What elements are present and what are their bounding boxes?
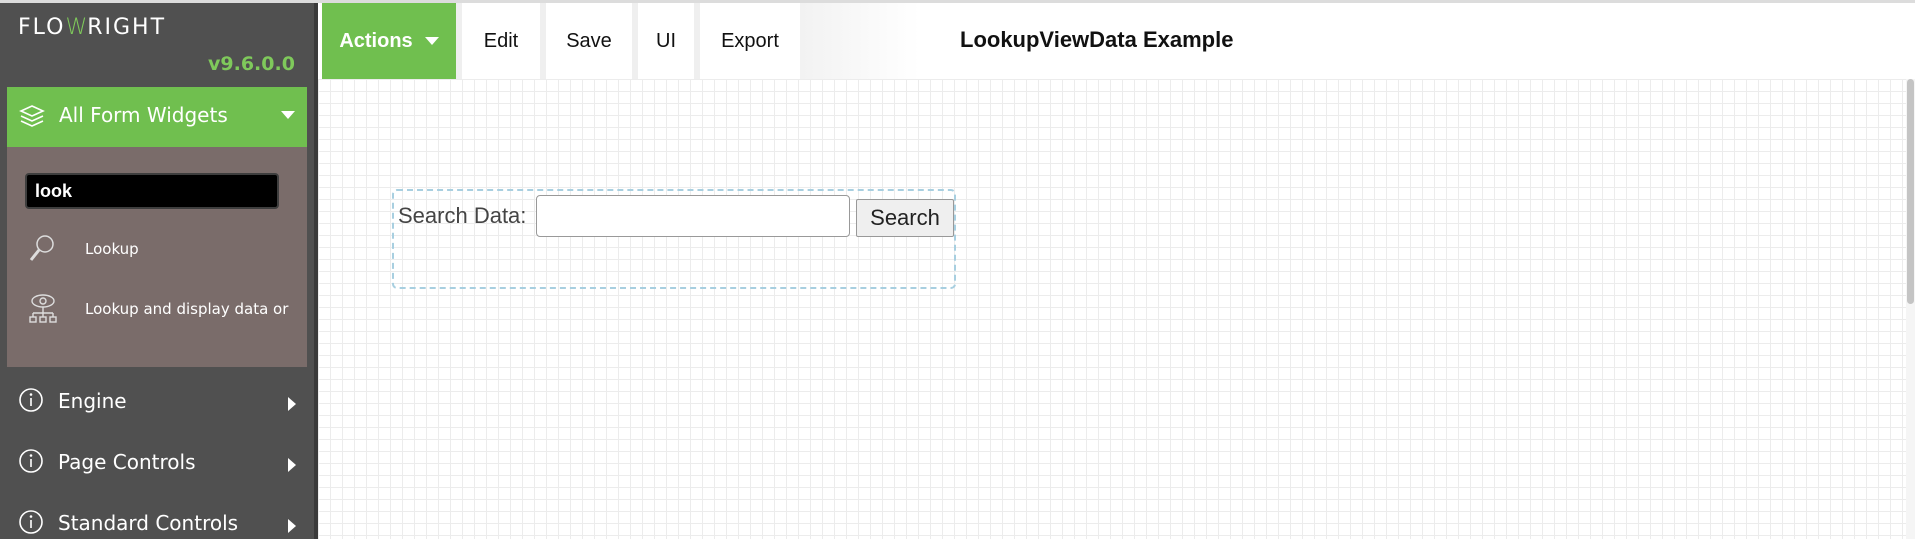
sidebar-section-all-form-widgets[interactable]: All Form Widgets: [7, 87, 307, 147]
info-icon: [18, 509, 44, 539]
section-label: Standard Controls: [58, 511, 239, 535]
version-label: v9.6.0.0: [208, 53, 295, 75]
layers-icon: [19, 103, 45, 133]
chevron-right-icon: [288, 519, 296, 533]
edit-button[interactable]: Edit: [462, 3, 540, 79]
lookup-widget[interactable]: Search Data: Search: [392, 189, 956, 289]
section-label: All Form Widgets: [59, 103, 228, 127]
section-label: Engine: [58, 389, 127, 413]
actions-label: Actions: [339, 29, 413, 52]
chevron-right-icon: [288, 458, 296, 472]
widgets-panel: Lookup Lookup and display data or: [7, 147, 307, 367]
widget-label: Lookup: [85, 240, 139, 258]
magnifier-icon: [27, 233, 57, 269]
actions-button[interactable]: Actions: [322, 3, 456, 79]
widget-label: Lookup and display data or: [85, 300, 289, 318]
info-icon: [18, 448, 44, 478]
sidebar-section-page-controls[interactable]: Page Controls: [0, 432, 314, 492]
search-data-input[interactable]: [536, 195, 850, 237]
eye-network-icon: [27, 293, 59, 331]
export-button[interactable]: Export: [700, 3, 800, 79]
info-icon: [18, 387, 44, 417]
chevron-down-icon: [424, 37, 439, 45]
section-label: Page Controls: [58, 450, 196, 474]
widget-search-input[interactable]: [25, 173, 279, 209]
toolbar-fade: [800, 3, 920, 79]
chevron-right-icon: [288, 397, 296, 411]
flowright-logo: FLOWRIGHT: [18, 15, 166, 40]
scrollbar-thumb[interactable]: [1907, 79, 1914, 304]
logo-text-part3: RIGHT: [87, 15, 167, 40]
search-data-label: Search Data:: [398, 203, 527, 228]
widget-item-lookup-display[interactable]: Lookup and display data or: [7, 285, 307, 333]
sidebar: FLOWRIGHT v9.6.0.0 All Form Widgets Look…: [0, 3, 318, 539]
chevron-down-icon: [281, 111, 295, 119]
design-canvas[interactable]: Search Data: Search: [318, 79, 1915, 539]
save-button[interactable]: Save: [546, 3, 632, 79]
ui-button[interactable]: UI: [638, 3, 694, 79]
logo-text-part2: W: [65, 15, 88, 40]
page-title: LookupViewData Example: [960, 27, 1234, 52]
sidebar-section-engine[interactable]: Engine: [0, 371, 314, 431]
vertical-scrollbar[interactable]: [1906, 79, 1915, 539]
logo-text-part1: FLO: [18, 15, 66, 40]
widget-item-lookup[interactable]: Lookup: [7, 225, 307, 273]
sidebar-section-standard-controls[interactable]: Standard Controls: [0, 493, 314, 539]
search-button[interactable]: Search: [856, 199, 954, 237]
toolbar: Actions Edit Save UI Export LookupViewDa…: [318, 3, 1915, 79]
